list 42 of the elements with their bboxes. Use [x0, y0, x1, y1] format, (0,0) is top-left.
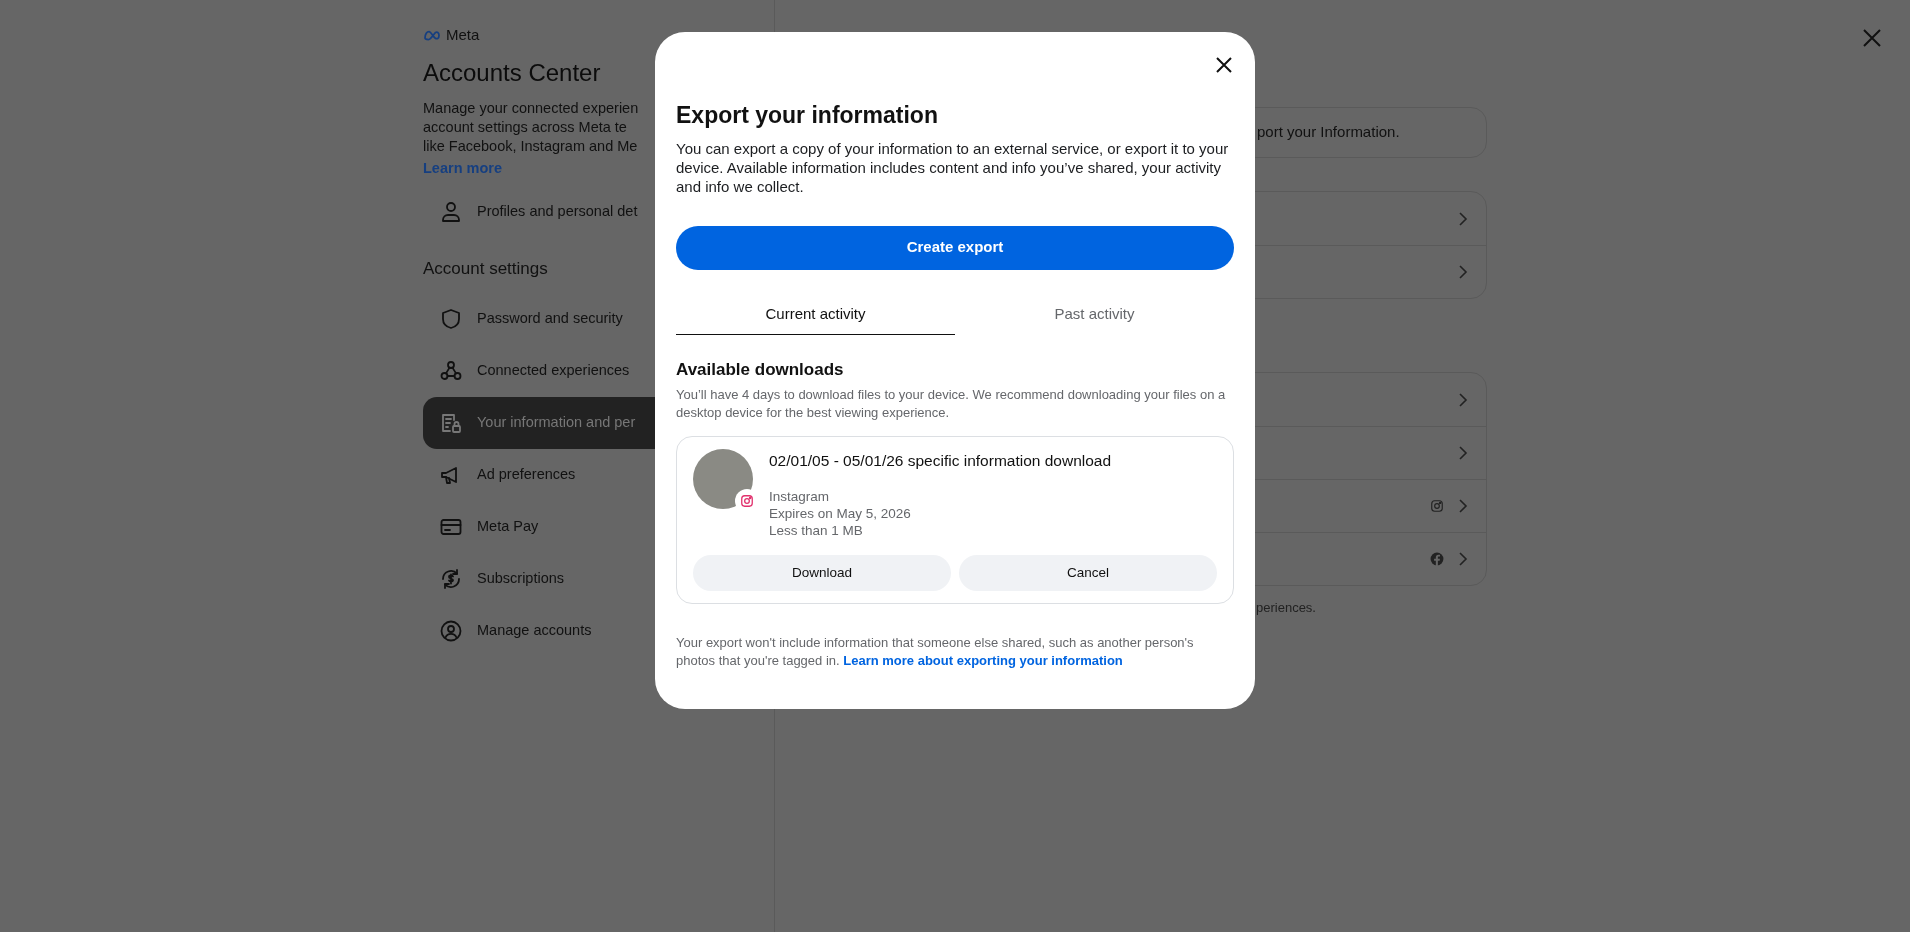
- footer-text: periences.: [1256, 599, 1316, 617]
- expiry-text: Expires on May 5, 2026: [769, 505, 912, 523]
- f-circle-icon: [1430, 552, 1444, 566]
- chevron-right-icon: [1458, 445, 1468, 461]
- tab[interactable]: Current activity: [676, 295, 955, 335]
- size-text: Less than 1 MB: [769, 522, 864, 540]
- sidebar-item[interactable]: Ad preferences: [423, 449, 753, 501]
- tab[interactable]: Past activity: [955, 295, 1234, 335]
- learn-more-link[interactable]: Learn more about exporting your information: [843, 653, 1123, 669]
- learn-more-link[interactable]: Learn more: [423, 159, 502, 176]
- document-lock-icon: [439, 411, 463, 435]
- close-icon: [1215, 56, 1233, 74]
- person-circle-icon: [439, 619, 463, 643]
- page-title: Accounts Center: [423, 57, 602, 88]
- footer-note: Your export won't include information that someone else shared, such as another person's photos that you're tagged in. Learn more about exporting your information: [676, 634, 1195, 671]
- chevron-right-icon: [1458, 498, 1468, 514]
- dialog-description: You can export a copy of your information to an external service, or export it to your device. Available information includes content and info you’ve shared, your activity and info we collect.: [676, 138, 1230, 196]
- logo-text: Meta: [446, 25, 480, 45]
- sidebar-item[interactable]: Meta Pay: [423, 501, 753, 553]
- description-text: like Facebook, Instagram and Me: [423, 136, 638, 156]
- camera-icon: [740, 494, 754, 508]
- dialog-title: Export your information: [676, 101, 939, 130]
- shield-icon: [439, 307, 463, 331]
- chevron-right-icon: [1458, 551, 1468, 567]
- person-icon: [439, 199, 463, 224]
- cancel-button[interactable]: Cancel: [959, 555, 1217, 592]
- meta-logo-icon: [423, 29, 443, 42]
- camera-icon: [1430, 499, 1444, 513]
- dollar-cycle-icon: [439, 567, 463, 591]
- download-title: 02/01/05 - 05/01/26 specific information download: [769, 451, 1112, 471]
- nodes-icon: [439, 359, 463, 383]
- create-export-button[interactable]: Create export: [676, 225, 1234, 270]
- description-text: account settings across Meta te: [423, 117, 627, 137]
- chevron-right-icon: [1458, 391, 1468, 408]
- chevron-right-icon: [1458, 264, 1468, 280]
- description-text: Manage your connected experien: [423, 98, 639, 118]
- section-heading: Available downloads: [676, 358, 845, 381]
- section-heading: Account settings: [423, 257, 549, 280]
- download-button[interactable]: Download: [693, 555, 951, 592]
- source-text: Instagram: [769, 488, 831, 506]
- chevron-right-icon: [1458, 210, 1468, 227]
- notice-text: port your Information.: [1257, 122, 1400, 143]
